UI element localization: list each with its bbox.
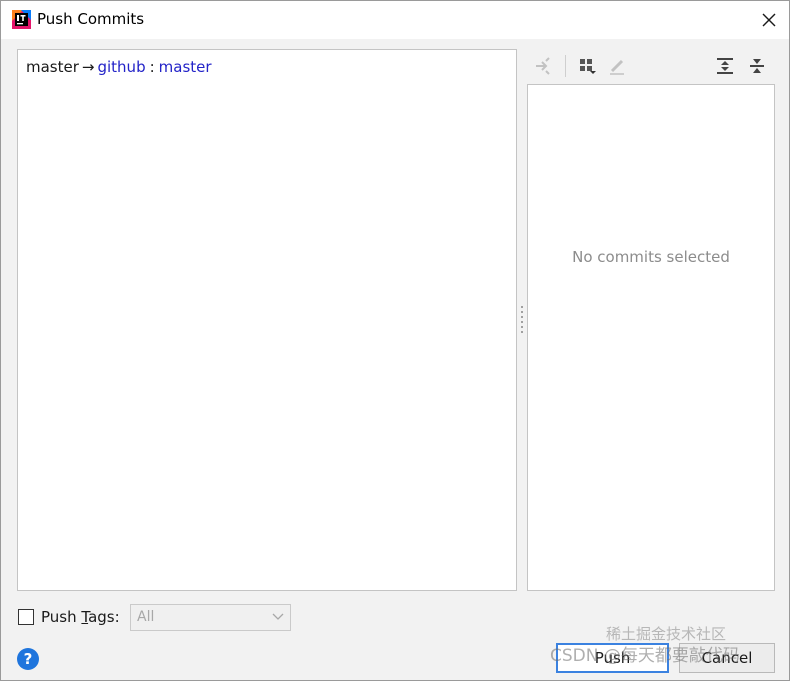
collapse-all-button[interactable] <box>745 54 769 78</box>
push-tags-checkbox[interactable] <box>18 609 34 625</box>
commit-details-panel: No commits selected <box>527 84 775 591</box>
tags-select-value: All <box>137 609 155 625</box>
push-tags-option[interactable]: Push Tags: <box>18 604 120 630</box>
edit-button[interactable] <box>605 54 629 78</box>
dialog-title: Push Commits <box>37 10 145 28</box>
details-toolbar <box>527 51 775 83</box>
cancel-button[interactable]: Cancel <box>679 643 775 673</box>
close-icon <box>762 13 776 27</box>
group-by-icon <box>580 59 596 74</box>
watermark-juejin: 稀土掘金技术社区 <box>606 625 727 643</box>
expand-all-icon <box>717 58 733 74</box>
empty-state-text: No commits selected <box>572 248 730 266</box>
remote-name-link[interactable]: github <box>97 58 145 76</box>
remote-branch-link[interactable]: master <box>159 58 212 76</box>
chevron-down-icon <box>272 613 284 620</box>
edit-icon <box>610 59 624 75</box>
title-bar: Push Commits <box>1 1 789 39</box>
push-spec-row[interactable]: master → github: master <box>26 58 212 76</box>
push-commits-dialog: Push Commits master → github: master No … <box>0 0 790 681</box>
push-button[interactable]: Push <box>556 643 669 673</box>
commits-tree-panel[interactable]: master → github: master <box>17 49 517 591</box>
collapse-all-icon <box>750 59 764 73</box>
intellij-idea-icon <box>12 10 31 29</box>
group-by-button[interactable] <box>575 54 599 78</box>
remote-separator: : <box>149 58 155 76</box>
panel-splitter[interactable] <box>517 301 526 337</box>
cherry-pick-icon <box>536 57 550 75</box>
toolbar-separator <box>565 55 566 77</box>
help-button[interactable]: ? <box>17 648 39 670</box>
cherry-pick-button[interactable] <box>531 54 555 78</box>
close-button[interactable] <box>753 5 785 35</box>
expand-all-button[interactable] <box>713 54 737 78</box>
push-tags-label[interactable]: Push Tags: <box>41 608 120 626</box>
local-branch: master <box>26 58 79 76</box>
push-tags-label-prefix: Push <box>41 608 82 626</box>
push-arrow: → <box>81 58 95 76</box>
tags-select: All <box>130 604 291 631</box>
push-tags-label-suffix: ags: <box>88 608 120 626</box>
